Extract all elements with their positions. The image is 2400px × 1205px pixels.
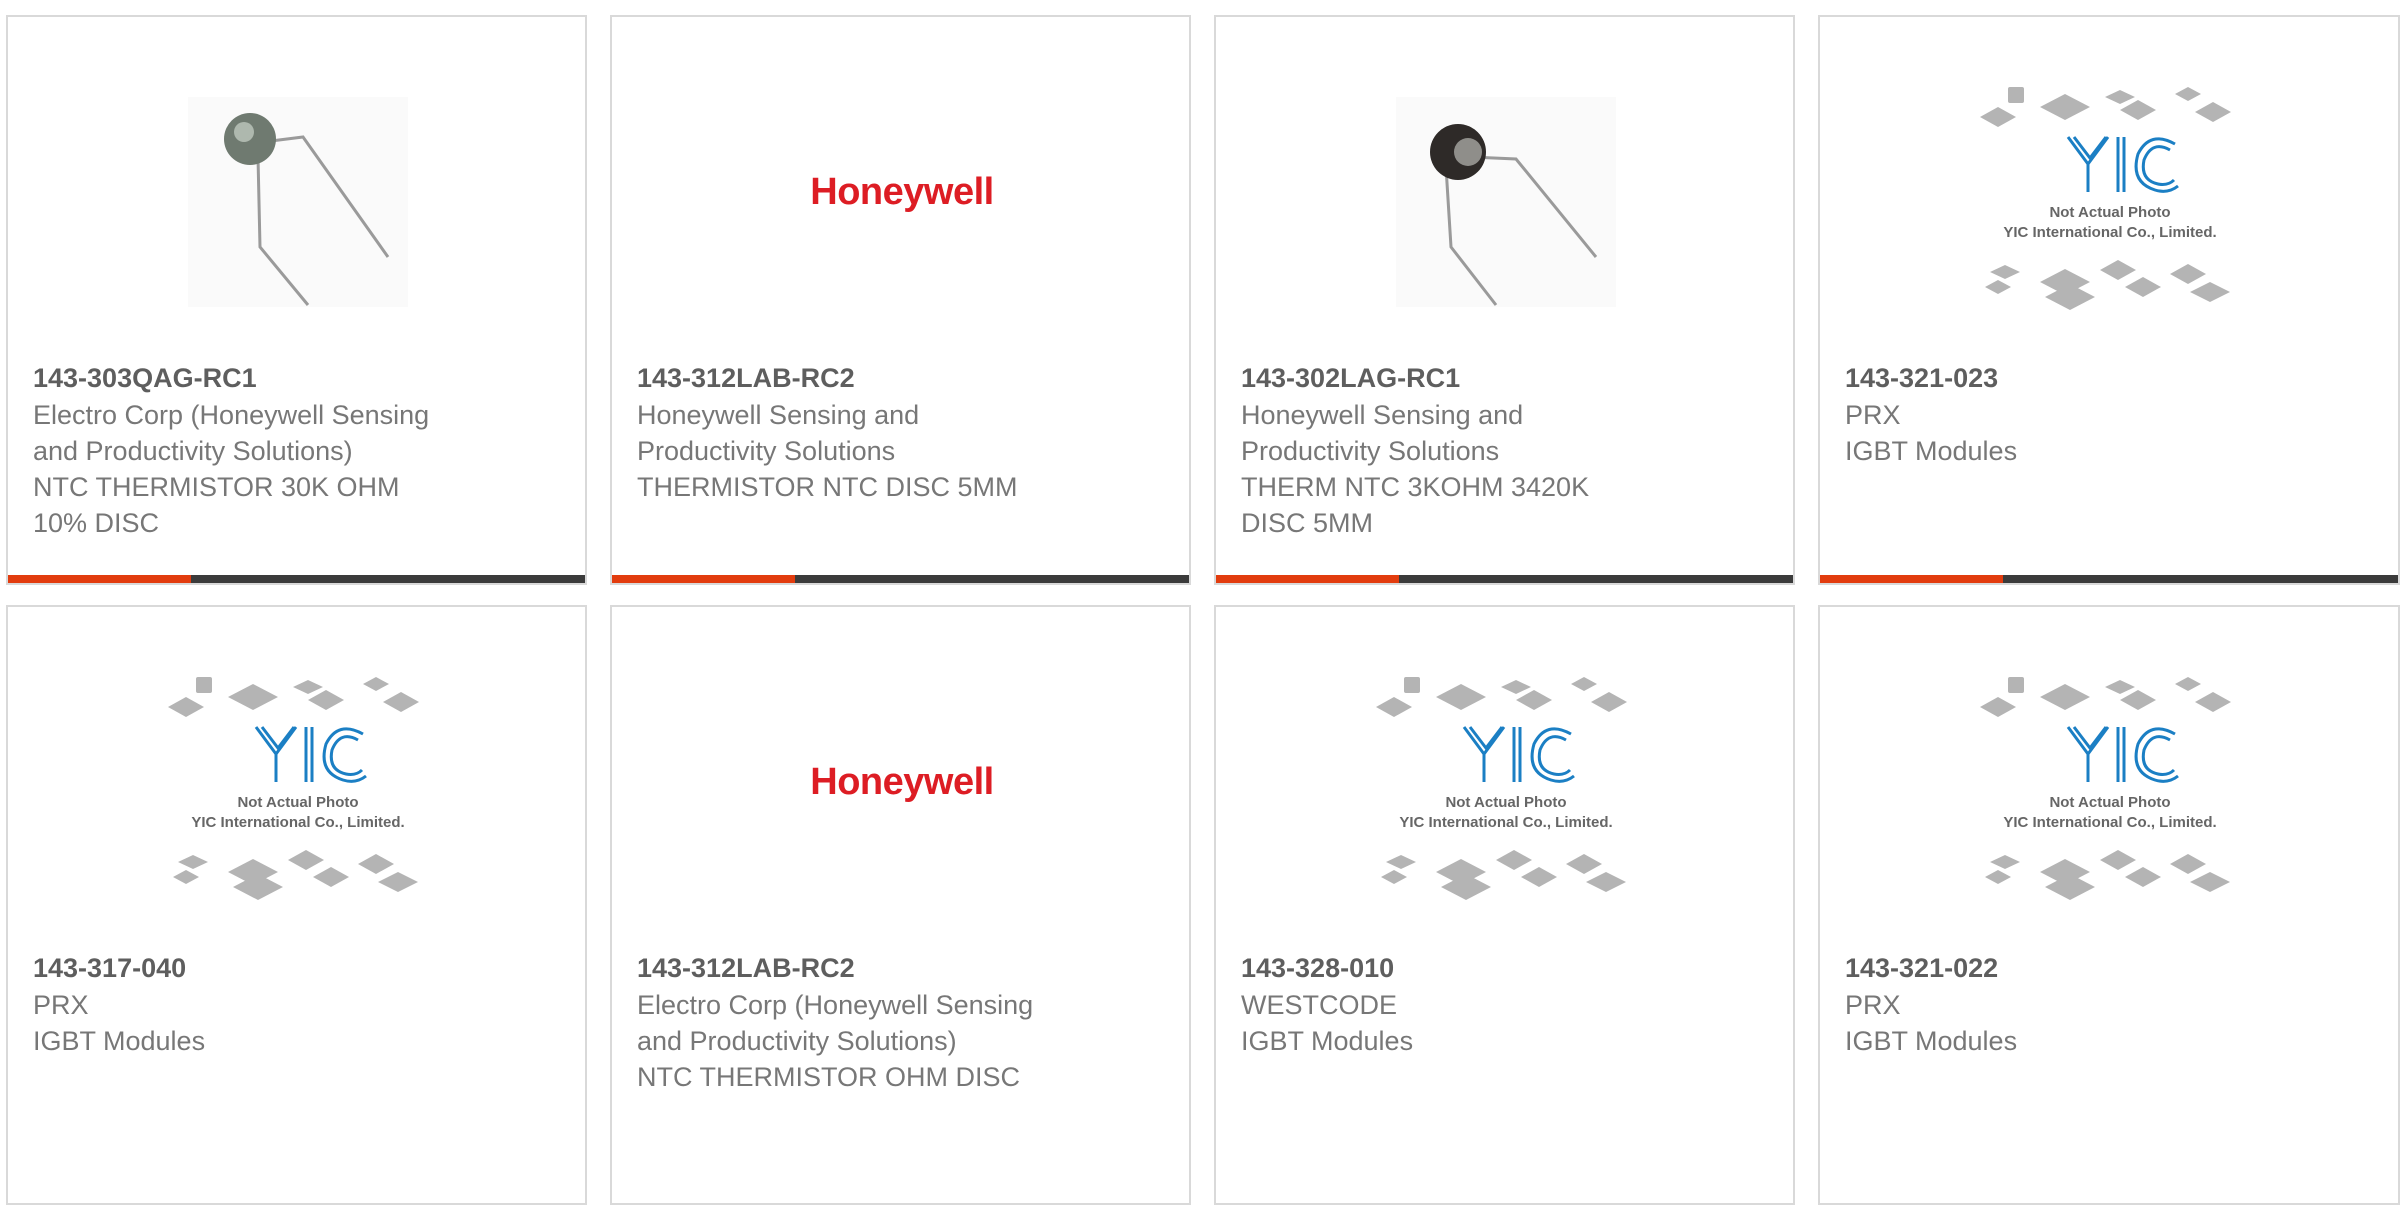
part-number[interactable]: 143-312LAB-RC2 bbox=[637, 359, 1077, 397]
honeywell-logo: Honeywell bbox=[810, 760, 994, 803]
product-image: Not Actual Photo YIC International Co., … bbox=[1970, 87, 2250, 317]
description: NTC THERMISTOR 30K OHM bbox=[33, 472, 400, 502]
product-card[interactable]: 143-302LAG-RC1 Honeywell Sensing and Pro… bbox=[1214, 15, 1795, 585]
yic-placeholder-image: Not Actual Photo YIC International Co., … bbox=[1980, 87, 2231, 310]
card-accent-bar bbox=[1216, 575, 1793, 583]
part-number[interactable]: 143-321-022 bbox=[1845, 949, 2285, 987]
product-image bbox=[1366, 87, 1646, 317]
part-number[interactable]: 143-317-040 bbox=[33, 949, 473, 987]
product-card[interactable]: Not Actual Photo YIC International Co., … bbox=[1214, 605, 1795, 1205]
description: DISC 5MM bbox=[1241, 508, 1374, 538]
yic-caption-line2: YIC International Co., Limited. bbox=[191, 814, 404, 831]
product-image: Honeywell bbox=[762, 677, 1042, 907]
description: IGBT Modules bbox=[1241, 1026, 1414, 1056]
product-card[interactable]: Not Actual Photo YIC International Co., … bbox=[6, 605, 587, 1205]
part-number[interactable]: 143-328-010 bbox=[1241, 949, 1681, 987]
yic-caption-line2: YIC International Co., Limited. bbox=[2003, 814, 2216, 831]
product-card[interactable]: Not Actual Photo YIC International Co., … bbox=[1818, 15, 2400, 585]
manufacturer: Electro Corp (Honeywell Sensing bbox=[637, 990, 1034, 1020]
product-card[interactable]: Honeywell 143-312LAB-RC2 Electro Corp (H… bbox=[610, 605, 1191, 1205]
thermistor-image bbox=[1396, 97, 1616, 307]
yic-caption-line2: YIC International Co., Limited. bbox=[2003, 224, 2216, 241]
product-card[interactable]: 143-303QAG-RC1 Electro Corp (Honeywell S… bbox=[6, 15, 587, 585]
description: THERM NTC 3KOHM 3420K bbox=[1241, 472, 1590, 502]
yic-placeholder-image: Not Actual Photo YIC International Co., … bbox=[1980, 677, 2231, 900]
description: 10% DISC bbox=[33, 508, 160, 538]
manufacturer: and Productivity Solutions) bbox=[33, 436, 353, 466]
manufacturer: PRX bbox=[1845, 400, 1901, 430]
part-number[interactable]: 143-303QAG-RC1 bbox=[33, 359, 473, 397]
manufacturer: PRX bbox=[33, 990, 89, 1020]
manufacturer: WESTCODE bbox=[1241, 990, 1398, 1020]
manufacturer: and Productivity Solutions) bbox=[637, 1026, 957, 1056]
description: IGBT Modules bbox=[33, 1026, 206, 1056]
card-accent-bar bbox=[1820, 575, 2398, 583]
manufacturer: Electro Corp (Honeywell Sensing bbox=[33, 400, 430, 430]
part-number[interactable]: 143-302LAG-RC1 bbox=[1241, 359, 1681, 397]
card-accent-bar bbox=[8, 575, 585, 583]
description: NTC THERMISTOR OHM DISC bbox=[637, 1062, 1021, 1092]
card-accent-bar bbox=[612, 575, 1189, 583]
description: THERMISTOR NTC DISC 5MM bbox=[637, 472, 1018, 502]
yic-caption-line1: Not Actual Photo bbox=[2049, 794, 2170, 811]
product-image: Not Actual Photo YIC International Co., … bbox=[1970, 677, 2250, 907]
product-image: Not Actual Photo YIC International Co., … bbox=[158, 677, 438, 907]
manufacturer: Honeywell Sensing and bbox=[1241, 400, 1524, 430]
manufacturer: Honeywell Sensing and bbox=[637, 400, 920, 430]
part-number[interactable]: 143-321-023 bbox=[1845, 359, 2285, 397]
description: IGBT Modules bbox=[1845, 1026, 2018, 1056]
description: IGBT Modules bbox=[1845, 436, 2018, 466]
yic-placeholder-image: Not Actual Photo YIC International Co., … bbox=[168, 677, 419, 900]
product-card[interactable]: Not Actual Photo YIC International Co., … bbox=[1818, 605, 2400, 1205]
product-image: Not Actual Photo YIC International Co., … bbox=[1366, 677, 1646, 907]
manufacturer: Productivity Solutions bbox=[1241, 436, 1500, 466]
part-number[interactable]: 143-312LAB-RC2 bbox=[637, 949, 1077, 987]
yic-caption-line1: Not Actual Photo bbox=[2049, 204, 2170, 221]
product-card[interactable]: Honeywell 143-312LAB-RC2 Honeywell Sensi… bbox=[610, 15, 1191, 585]
thermistor-image bbox=[188, 97, 408, 307]
honeywell-logo: Honeywell bbox=[810, 170, 994, 213]
yic-caption-line1: Not Actual Photo bbox=[237, 794, 358, 811]
yic-caption-line1: Not Actual Photo bbox=[1445, 794, 1566, 811]
yic-caption-line2: YIC International Co., Limited. bbox=[1399, 814, 1612, 831]
product-image: Honeywell bbox=[762, 87, 1042, 317]
yic-placeholder-image: Not Actual Photo YIC International Co., … bbox=[1376, 677, 1627, 900]
product-image bbox=[158, 87, 438, 317]
manufacturer: Productivity Solutions bbox=[637, 436, 896, 466]
manufacturer: PRX bbox=[1845, 990, 1901, 1020]
